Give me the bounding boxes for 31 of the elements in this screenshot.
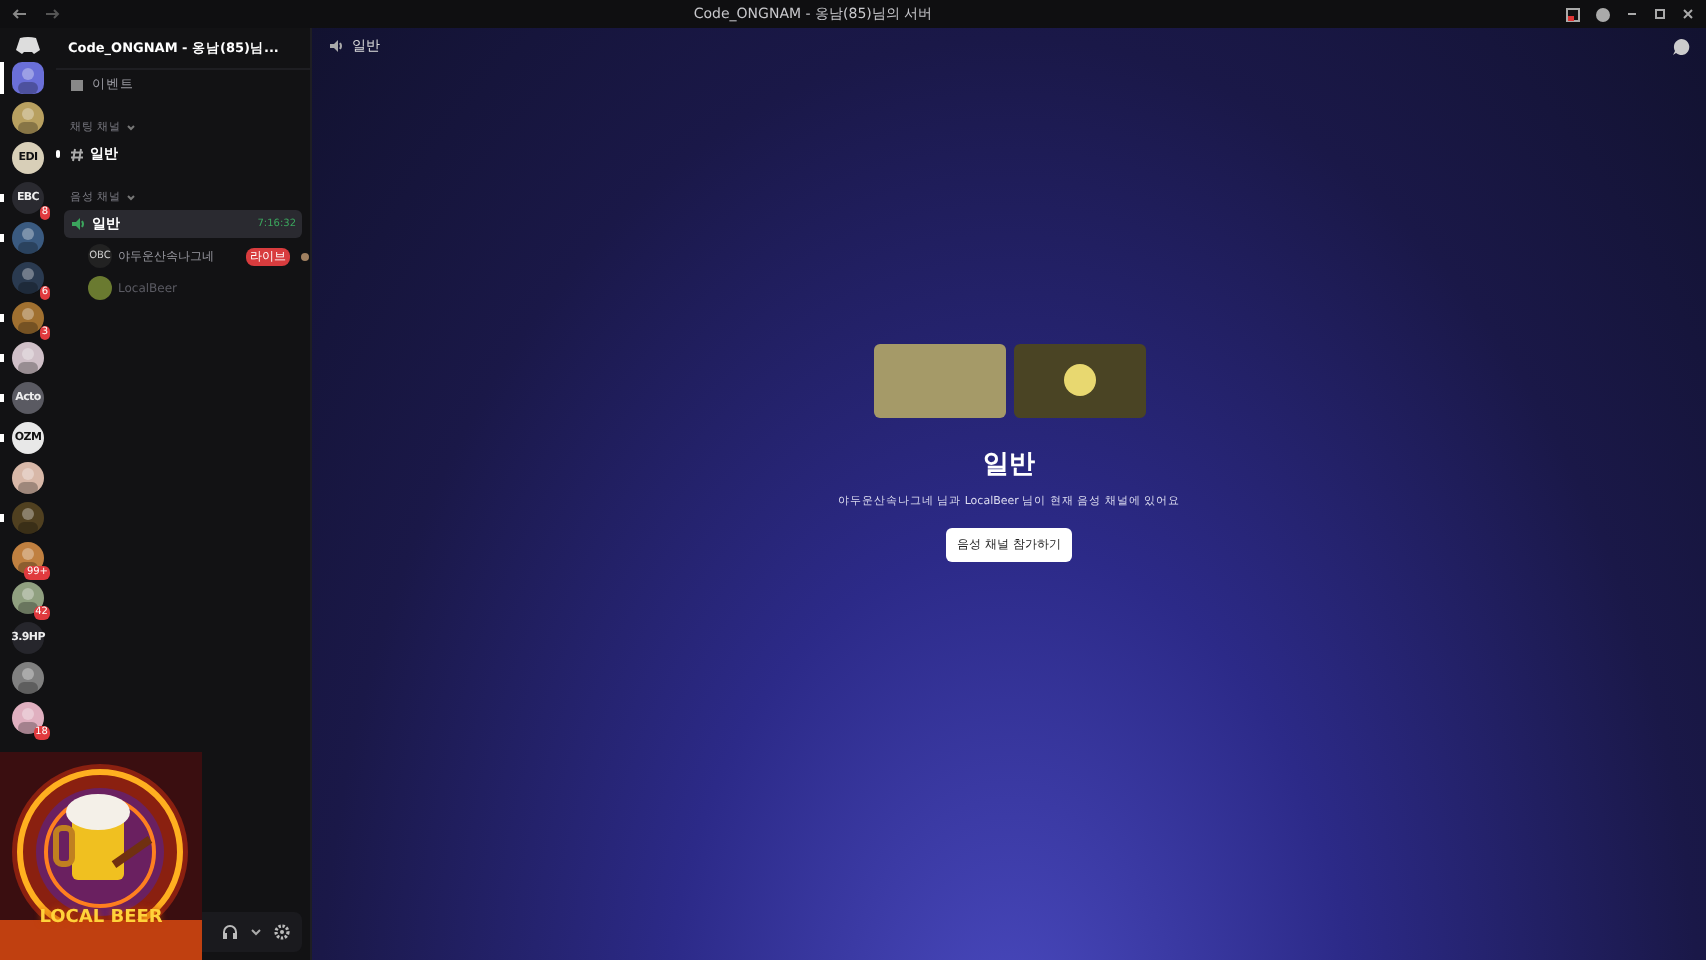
settings-icon[interactable] [274,924,290,940]
calendar-icon [70,78,84,92]
video-tile [873,343,1005,417]
server-picture-icon[interactable] [12,662,44,694]
hash-icon [70,147,84,161]
server-picture-icon[interactable] [12,462,44,494]
user-avatar [88,276,112,300]
logo-text: LOCAL BEER [39,908,163,928]
inbox-icon[interactable] [1566,7,1580,21]
server-picture-icon[interactable] [12,542,44,574]
headset-icon[interactable] [222,924,238,940]
stage-title: 일반 [983,447,1035,481]
chat-icon[interactable] [1672,37,1690,55]
chevron-icon [250,926,262,938]
server-picture-icon[interactable] [12,102,44,134]
server-picture-icon[interactable] [12,582,44,614]
server-picture-icon[interactable] [12,62,44,94]
maximize-icon[interactable] [1654,8,1666,20]
forward-arrow-icon[interactable] [44,8,60,20]
server-picture-icon[interactable] [12,342,44,374]
server-picture-icon[interactable] [12,302,44,334]
close-icon[interactable] [1682,8,1694,20]
speaker-icon [70,216,86,232]
server-picture-icon[interactable] [12,702,44,734]
unread-indicator [56,150,60,158]
back-arrow-icon[interactable] [12,8,28,20]
user-avatar [1063,364,1095,396]
server-picture-icon[interactable] [12,222,44,254]
speaker-icon [328,38,344,54]
minimize-icon[interactable] [1626,8,1638,20]
activity-icon [300,251,310,261]
